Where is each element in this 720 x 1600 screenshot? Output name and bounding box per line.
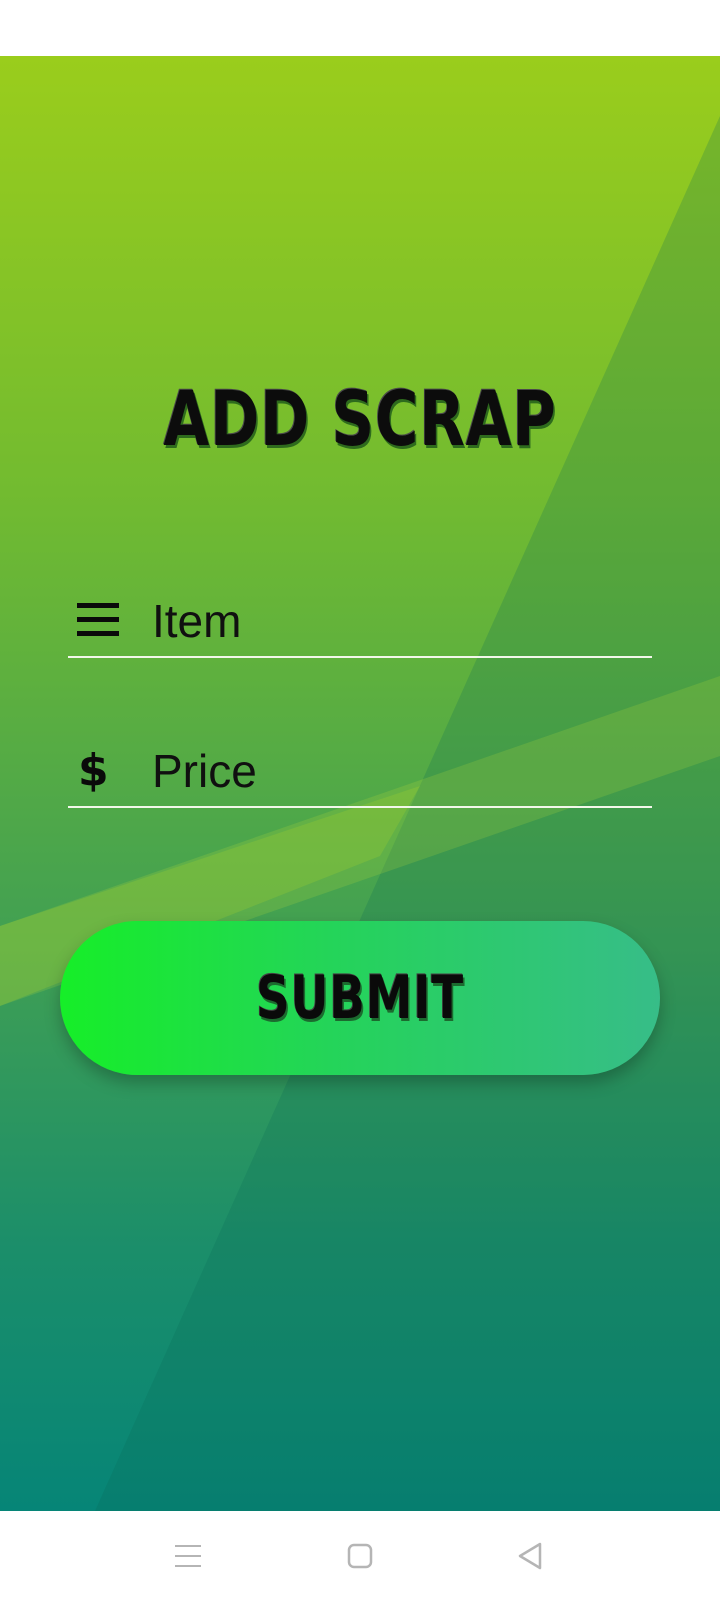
home-square-icon xyxy=(347,1543,373,1569)
item-input[interactable] xyxy=(152,586,642,656)
app-screen: ADD SCRAP $ SUBMIT xyxy=(0,56,720,1511)
dollar-icon: $ xyxy=(78,745,109,796)
menu-icon xyxy=(175,1545,201,1567)
price-input[interactable] xyxy=(152,736,642,806)
item-field[interactable] xyxy=(68,586,652,658)
menu-lines-icon xyxy=(77,603,119,636)
submit-button-label: SUBMIT xyxy=(256,963,464,1033)
nav-menu-button[interactable] xyxy=(158,1531,218,1581)
back-triangle-icon xyxy=(518,1542,542,1570)
status-bar xyxy=(0,0,720,56)
nav-home-button[interactable] xyxy=(330,1531,390,1581)
nav-back-button[interactable] xyxy=(500,1531,560,1581)
system-navigation-bar xyxy=(0,1511,720,1600)
price-field[interactable]: $ xyxy=(68,736,652,808)
page-title: ADD SCRAP xyxy=(163,374,557,463)
submit-button[interactable]: SUBMIT xyxy=(60,921,660,1075)
